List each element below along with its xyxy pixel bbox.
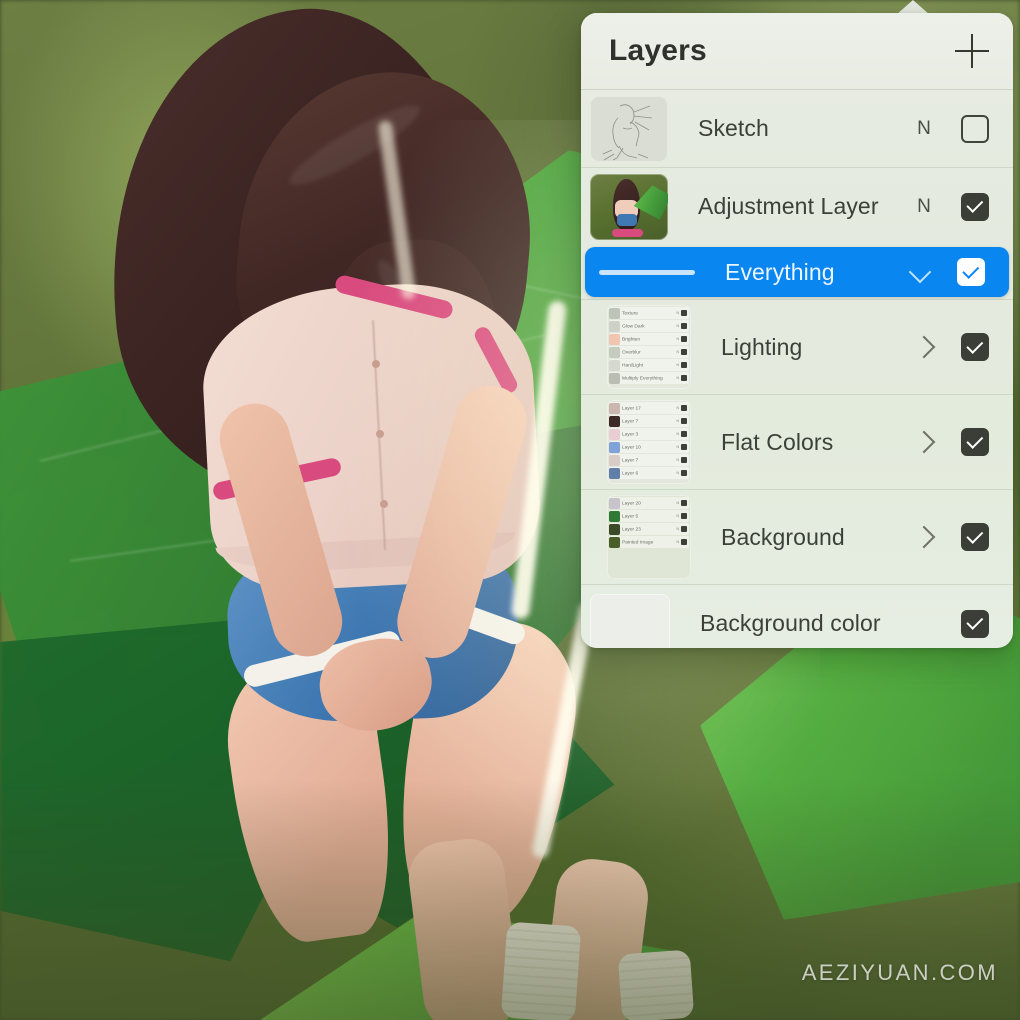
layers-panel: Layers Sketch N Adjustment Layer N Every…: [581, 13, 1013, 648]
layer-row-adjustment-layer[interactable]: Adjustment Layer N: [581, 167, 1013, 245]
sublayer-mini-row: Glow Dark N: [609, 320, 689, 332]
layer-name: Flat Colors: [721, 428, 834, 455]
sublayer-thumb: [609, 454, 620, 466]
sublayer-mini-row: Painted Image N: [609, 536, 689, 548]
sublayer-name: HardLight: [622, 362, 644, 368]
visibility-checkbox[interactable]: [961, 333, 989, 361]
sublayer-name: Glow Dark: [622, 323, 645, 329]
visibility-checkbox[interactable]: [961, 428, 989, 456]
layer-name: Sketch: [698, 115, 769, 141]
sublayer-mini-row: HardLight N: [609, 359, 689, 371]
chevron-right-icon[interactable]: [909, 522, 939, 552]
sublayer-thumb: [609, 333, 620, 345]
sublayer-thumb: [609, 497, 620, 509]
blend-mode[interactable]: N: [901, 196, 947, 218]
sublayer-thumb: [609, 536, 620, 548]
watermark: AEZIYUAN.COM: [801, 960, 998, 985]
sublayer-thumb: [609, 320, 620, 332]
sublayer-name: Layer 10: [622, 444, 641, 450]
plus-icon[interactable]: [955, 34, 989, 68]
sublayer-thumb: [609, 523, 620, 535]
sublayer-name: Painted Image: [622, 539, 654, 545]
visibility-checkbox[interactable]: [961, 609, 989, 638]
visibility-checkbox[interactable]: [961, 114, 989, 143]
sublayer-thumb: [609, 510, 620, 522]
chevron-right-icon[interactable]: [909, 427, 939, 457]
layer-row-background[interactable]: Layer 20 N Layer 5 N Layer 23 N Painted …: [581, 489, 1013, 584]
sublayer-name: Texture: [622, 310, 638, 316]
sublayer-name: Multiply Everything: [622, 375, 663, 381]
layer-row-sketch[interactable]: Sketch N: [581, 89, 1013, 167]
sublayer-thumb: [609, 359, 620, 371]
sublayer-mini-row: Layer 20 N: [609, 497, 689, 509]
background-color-swatch[interactable]: [590, 593, 670, 648]
sublayer-thumb: [609, 415, 620, 427]
sublayer-name: Layer 6: [622, 470, 639, 476]
sublayer-mini-row: Layer 3 N: [609, 428, 689, 440]
layer-name: Background: [721, 523, 845, 550]
sublayer-name: Layer 3: [622, 431, 639, 437]
sublayer-mini-row: Layer 6 N: [609, 467, 689, 479]
visibility-checkbox[interactable]: [961, 192, 989, 221]
layer-row-background-color[interactable]: Background color: [581, 584, 1013, 648]
shirt-button: [376, 430, 384, 438]
sublayer-mini-row: Overblur N: [609, 346, 689, 358]
shirt-button: [372, 360, 380, 368]
sublayer-thumb: [609, 372, 620, 384]
panel-header: Layers: [581, 13, 1013, 89]
sublayer-thumb: [609, 307, 620, 319]
sublayer-name: Layer 17: [622, 405, 641, 411]
layer-name: Lighting: [721, 333, 803, 360]
group-thumbnail-stack[interactable]: Layer 17 N Layer 7 N Layer 3 N Layer 10 …: [607, 400, 691, 484]
sublayer-thumb: [609, 402, 620, 414]
sublayer-thumb: [609, 441, 620, 453]
layer-thumbnail[interactable]: [590, 95, 668, 162]
group-collapsed-indicator: [599, 269, 695, 275]
sublayer-name: Layer 7: [622, 457, 639, 463]
sublayer-thumb: [609, 346, 620, 358]
sublayer-name: Layer 23: [622, 526, 641, 532]
sublayer-mini-row: Brighten N: [609, 333, 689, 345]
sublayer-name: Layer 7: [622, 418, 639, 424]
sublayer-mini-row: Layer 10 N: [609, 441, 689, 453]
layer-list: Sketch N Adjustment Layer N Everything T…: [581, 89, 1013, 648]
layer-name: Adjustment Layer: [698, 193, 879, 219]
sublayer-mini-row: Layer 23 N: [609, 523, 689, 535]
layer-row-everything[interactable]: Everything: [585, 247, 1009, 297]
sublayer-thumb: [609, 467, 620, 479]
visibility-checkbox[interactable]: [957, 258, 985, 286]
sublayer-mini-row: Multiply Everything N: [609, 372, 689, 384]
shirt-button: [380, 500, 388, 508]
screen: AEZIYUAN.COM Layers Sketch N Adjustment …: [0, 0, 1020, 1020]
visibility-checkbox[interactable]: [961, 523, 989, 551]
layer-thumbnail[interactable]: [590, 173, 668, 240]
sublayer-thumb: [609, 428, 620, 440]
group-thumbnail-stack[interactable]: Texture N Glow Dark N Brighten N Overblu…: [607, 305, 691, 389]
group-thumbnail-stack[interactable]: Layer 20 N Layer 5 N Layer 23 N Painted …: [607, 495, 691, 579]
chevron-right-icon[interactable]: [909, 332, 939, 362]
sublayer-name: Overblur: [622, 349, 641, 355]
sublayer-mini-row: Layer 5 N: [609, 510, 689, 522]
chevron-down-icon[interactable]: [905, 257, 935, 287]
sublayer-name: Layer 5: [622, 513, 639, 519]
sublayer-name: Layer 20: [622, 500, 641, 506]
page-title: Layers: [609, 34, 707, 67]
sublayer-name: Brighten: [622, 336, 641, 342]
sublayer-mini-row: Texture N: [609, 307, 689, 319]
layer-name: Everything: [725, 258, 835, 285]
sketch-thumbnail-drawing: [602, 103, 653, 160]
sublayer-mini-row: Layer 7 N: [609, 454, 689, 466]
layer-row-lighting[interactable]: Texture N Glow Dark N Brighten N Overblu…: [581, 299, 1013, 394]
layer-row-flat-colors[interactable]: Layer 17 N Layer 7 N Layer 3 N Layer 10 …: [581, 394, 1013, 489]
sublayer-mini-row: Layer 7 N: [609, 415, 689, 427]
sublayer-mini-row: Layer 17 N: [609, 402, 689, 414]
layer-name: Background color: [700, 610, 881, 636]
blend-mode[interactable]: N: [901, 118, 947, 140]
